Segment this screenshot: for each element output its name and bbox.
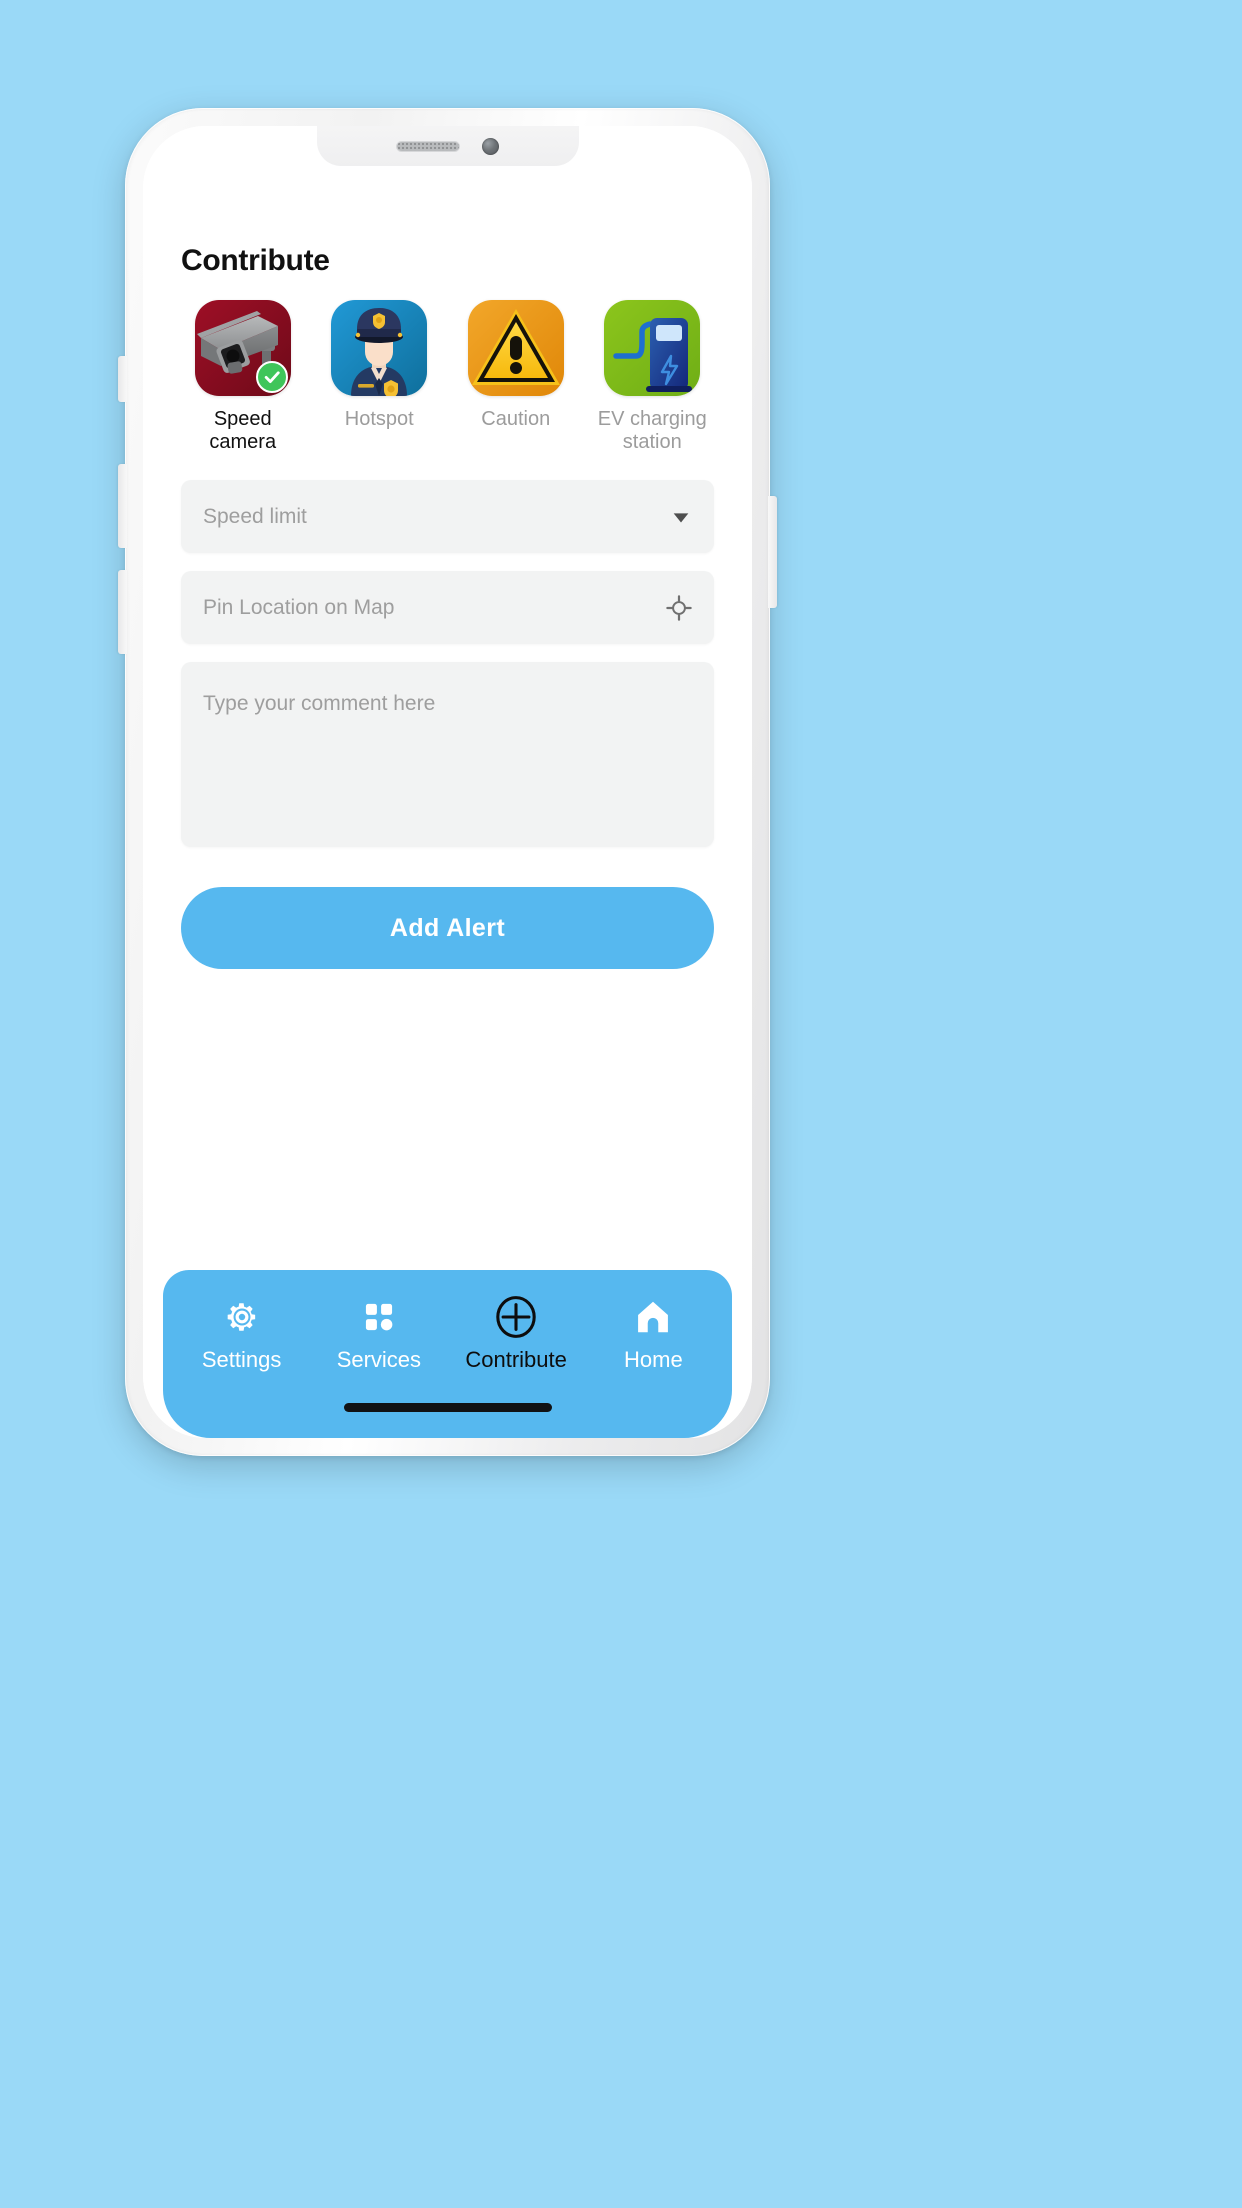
- chevron-down-icon[interactable]: [670, 506, 692, 528]
- crosshair-location-icon[interactable]: [666, 594, 692, 621]
- phone-screen: Contribute Speed camera Hotspot Caution …: [143, 126, 752, 1438]
- category-label: Hotspot: [344, 408, 414, 430]
- nav-item-contribute[interactable]: Contribute: [448, 1296, 585, 1373]
- page-title: Contribute: [181, 244, 330, 277]
- category-selector: Speed camera Hotspot Caution EV charging…: [143, 300, 752, 454]
- nav-label: Home: [624, 1347, 683, 1372]
- category-hotspot[interactable]: Hotspot: [318, 300, 442, 454]
- police-officer-icon: [331, 300, 428, 396]
- nav-label: Services: [336, 1347, 422, 1372]
- category-speed-camera[interactable]: Speed camera: [181, 300, 305, 454]
- speed-limit-placeholder: Speed limit: [203, 504, 307, 528]
- nav-item-home[interactable]: Home: [585, 1296, 722, 1373]
- plus-circle-icon: [494, 1296, 538, 1338]
- contribute-form: Speed limit Pin Location on Map Type you…: [143, 480, 752, 887]
- grid-apps-icon: [362, 1296, 396, 1338]
- nav-label: Settings: [201, 1347, 282, 1372]
- nav-item-settings[interactable]: Settings: [173, 1296, 310, 1373]
- app-content: Contribute Speed camera Hotspot Caution …: [143, 126, 752, 1438]
- add-alert-button[interactable]: Add Alert: [181, 887, 714, 969]
- phone-notch: [316, 126, 579, 166]
- category-ev-charging-station[interactable]: EV charging station: [591, 300, 715, 454]
- check-badge: [255, 361, 288, 393]
- pin-location-input[interactable]: Pin Location on Map: [181, 571, 714, 644]
- earpiece-speaker-icon: [396, 140, 460, 152]
- comment-input[interactable]: Type your comment here: [181, 662, 714, 847]
- gear-icon: [223, 1296, 261, 1338]
- house-icon: [634, 1296, 672, 1338]
- category-label: Speed camera: [209, 408, 277, 453]
- mute-switch-button[interactable]: [118, 356, 127, 402]
- category-label: EV charging station: [597, 408, 707, 453]
- comment-placeholder: Type your comment here: [203, 692, 436, 715]
- front-camera-icon: [482, 137, 499, 155]
- category-label: Caution: [481, 408, 551, 430]
- volume-up-button[interactable]: [118, 464, 127, 548]
- home-indicator[interactable]: [343, 1403, 552, 1412]
- bottom-navigation: Settings Services Contribute Home: [163, 1270, 732, 1438]
- pin-location-placeholder: Pin Location on Map: [203, 595, 395, 619]
- warning-triangle-icon: [467, 300, 564, 396]
- nav-label: Contribute: [465, 1347, 567, 1372]
- category-caution[interactable]: Caution: [454, 300, 578, 454]
- ev-charging-station-icon: [604, 300, 701, 396]
- speed-limit-select[interactable]: Speed limit: [181, 480, 714, 553]
- volume-down-button[interactable]: [118, 570, 127, 654]
- nav-item-services[interactable]: Services: [310, 1296, 447, 1373]
- phone-mockup: Contribute Speed camera Hotspot Caution …: [118, 108, 777, 1456]
- power-button[interactable]: [768, 496, 777, 608]
- speed-camera-icon: [194, 300, 291, 396]
